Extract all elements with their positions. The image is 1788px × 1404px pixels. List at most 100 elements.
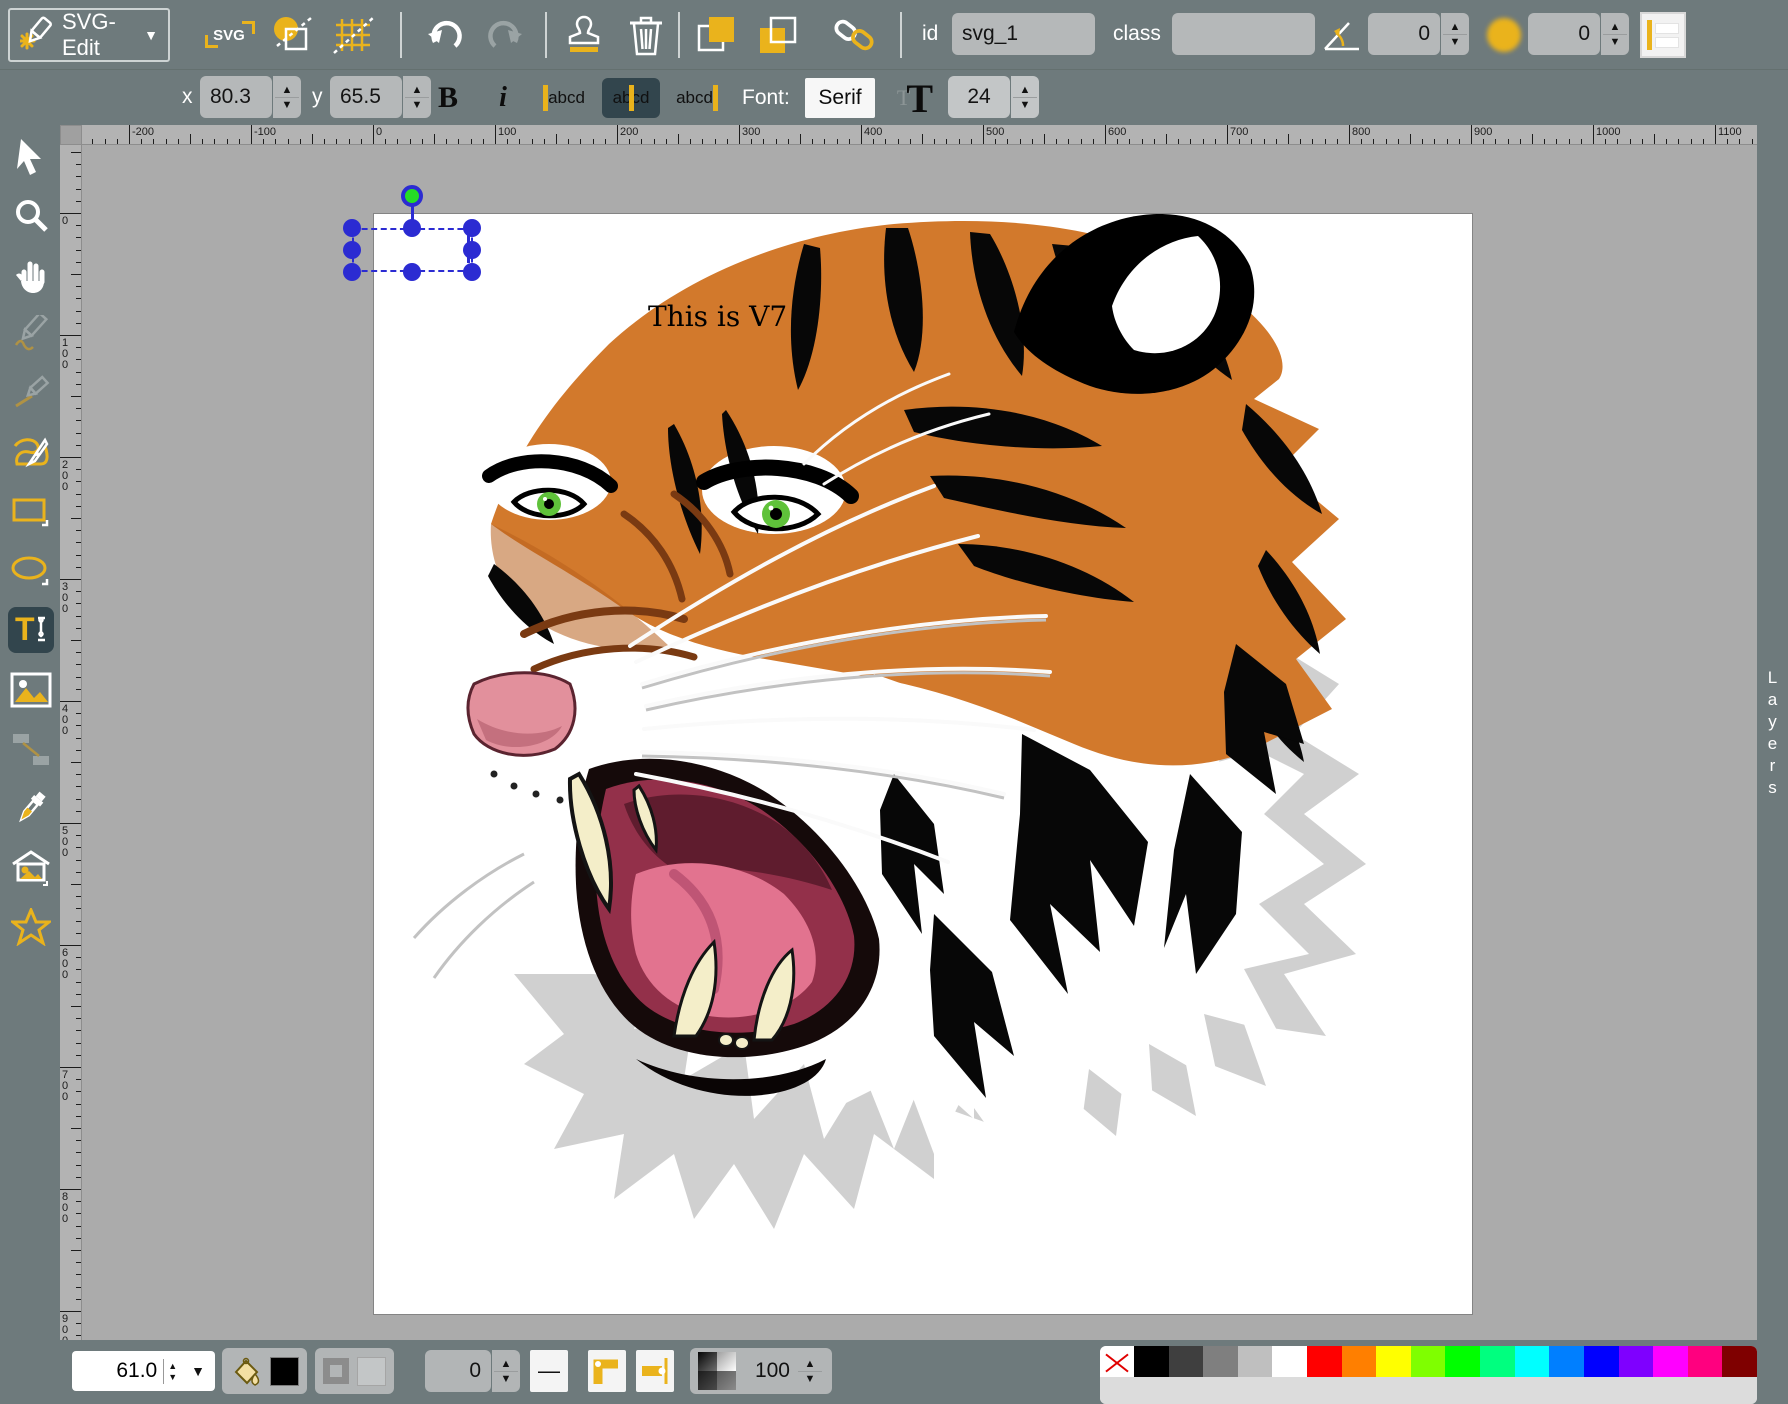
align-left-button[interactable] [1640, 12, 1686, 58]
redo-button[interactable] [482, 11, 530, 59]
x-spinner[interactable]: ▲ ▼ [273, 76, 301, 118]
spinner-up-icon[interactable]: ▲ [1610, 22, 1621, 32]
color-none-swatch[interactable] [1100, 1346, 1134, 1377]
y-spinner[interactable]: ▲ ▼ [403, 76, 431, 118]
linecap-button[interactable] [636, 1350, 674, 1392]
stroke-width-input[interactable] [425, 1350, 491, 1392]
clone-button[interactable] [560, 11, 608, 59]
element-class-input[interactable] [1172, 13, 1315, 55]
tool-pan[interactable] [8, 252, 54, 298]
spinner-up-icon[interactable]: ▲ [1450, 22, 1461, 32]
blur-input[interactable] [1528, 13, 1600, 55]
tool-image[interactable] [8, 667, 54, 713]
color-swatch[interactable] [1722, 1346, 1757, 1377]
text-anchor-middle-button[interactable]: abcd [602, 78, 660, 118]
color-swatch[interactable] [1549, 1346, 1584, 1377]
undo-button[interactable] [420, 11, 468, 59]
color-swatch[interactable] [1169, 1346, 1204, 1377]
bold-button[interactable]: B [428, 78, 468, 118]
selection-handle-ne[interactable] [463, 219, 481, 237]
stroke-color-swatch[interactable] [357, 1357, 386, 1386]
color-swatch[interactable] [1238, 1346, 1273, 1377]
tool-rect[interactable] [8, 489, 54, 535]
selection-handle-se[interactable] [463, 263, 481, 281]
source-editor-button[interactable]: SVG [205, 11, 253, 59]
color-swatch[interactable] [1307, 1346, 1342, 1377]
canvas-text-element[interactable]: This is V7 [648, 300, 787, 333]
color-swatch[interactable] [1376, 1346, 1411, 1377]
spinner-up-icon[interactable]: ▲ [1020, 85, 1031, 95]
font-family-button[interactable]: Serif [805, 78, 875, 118]
svg-canvas[interactable]: This is V7 [373, 213, 1473, 1315]
spinner-up-icon[interactable]: ▲ [501, 1359, 512, 1369]
workspace[interactable]: This is V7 [82, 145, 1757, 1340]
make-link-button[interactable] [830, 11, 878, 59]
color-swatch[interactable] [1342, 1346, 1377, 1377]
selection-handle-nw[interactable] [343, 219, 361, 237]
tool-path[interactable] [8, 430, 54, 476]
font-size-input[interactable] [948, 76, 1010, 118]
tool-select[interactable] [8, 133, 54, 179]
linejoin-button[interactable] [588, 1350, 626, 1392]
spinner-down-icon[interactable]: ▼ [501, 1374, 512, 1384]
color-swatch[interactable] [1480, 1346, 1515, 1377]
y-coordinate-input[interactable] [330, 76, 402, 118]
color-swatch[interactable] [1445, 1346, 1480, 1377]
color-swatch[interactable] [1203, 1346, 1238, 1377]
rotate-handle[interactable] [401, 185, 423, 207]
stroke-width-spinner[interactable]: ▲ ▼ [492, 1350, 520, 1392]
move-to-bottom-button[interactable] [754, 11, 802, 59]
color-swatch[interactable] [1584, 1346, 1619, 1377]
font-size-spinner[interactable]: ▲ ▼ [1011, 76, 1039, 118]
selection-handle-sw[interactable] [343, 263, 361, 281]
tool-zoom[interactable] [8, 192, 54, 238]
tool-eyedropper[interactable] [8, 785, 54, 831]
stroke-color-control[interactable] [315, 1348, 394, 1394]
spinner-up-icon[interactable]: ▲ [282, 85, 293, 95]
spinner-down-icon[interactable]: ▼ [1450, 37, 1461, 47]
spinner-up-icon[interactable]: ▲ [412, 85, 423, 95]
selection-handle-e[interactable] [463, 241, 481, 259]
fill-color-swatch[interactable] [270, 1357, 299, 1386]
tool-shape-library[interactable] [8, 845, 54, 891]
color-swatch[interactable] [1134, 1346, 1169, 1377]
layers-panel-toggle[interactable]: Layers [1757, 125, 1788, 1340]
spinner-down-icon[interactable]: ▼ [282, 100, 293, 110]
stroke-dash-select[interactable]: — [530, 1350, 568, 1392]
opacity-control[interactable]: 100 ▲▼ [690, 1348, 832, 1394]
tool-star[interactable] [8, 904, 54, 950]
selection-handle-n[interactable] [403, 219, 421, 237]
element-id-input[interactable] [952, 13, 1095, 55]
editor-preferences-button[interactable] [330, 11, 378, 59]
color-swatch[interactable] [1272, 1346, 1307, 1377]
delete-button[interactable] [622, 11, 670, 59]
color-swatch[interactable] [1619, 1346, 1654, 1377]
x-coordinate-input[interactable] [200, 76, 272, 118]
document-properties-button[interactable] [268, 11, 316, 59]
opacity-spinner[interactable]: ▲▼ [796, 1350, 824, 1392]
spinner-down-icon[interactable]: ▼ [1020, 100, 1031, 110]
selection-handle-w[interactable] [343, 241, 361, 259]
text-anchor-end-button[interactable]: abcd [668, 78, 726, 118]
main-menu-button[interactable]: SVG-Edit ▼ [8, 8, 170, 62]
color-swatch[interactable] [1515, 1346, 1550, 1377]
spinner-down-icon[interactable]: ▼ [412, 100, 423, 110]
fill-color-control[interactable] [222, 1348, 307, 1394]
text-anchor-start-button[interactable]: abcd [535, 78, 593, 118]
color-swatch[interactable] [1688, 1346, 1723, 1377]
move-to-top-button[interactable] [692, 11, 740, 59]
italic-button[interactable]: i [485, 78, 521, 118]
zoom-dropdown-icon[interactable]: ▼ [181, 1363, 215, 1379]
color-swatch[interactable] [1653, 1346, 1688, 1377]
spinner-down-icon[interactable]: ▼ [1610, 37, 1621, 47]
blur-spinner[interactable]: ▲ ▼ [1601, 13, 1629, 55]
zoom-spinner[interactable]: ▲▼ [163, 1359, 181, 1384]
tool-ellipse[interactable] [8, 548, 54, 594]
tool-text[interactable]: T [8, 607, 54, 653]
selection-handle-s[interactable] [403, 263, 421, 281]
color-swatch[interactable] [1411, 1346, 1446, 1377]
angle-spinner[interactable]: ▲ ▼ [1441, 13, 1469, 55]
zoom-control[interactable]: 61.0 ▲▼ ▼ [72, 1351, 215, 1391]
rotation-angle-input[interactable] [1368, 13, 1440, 55]
ruler-label: 500 [986, 126, 1004, 138]
